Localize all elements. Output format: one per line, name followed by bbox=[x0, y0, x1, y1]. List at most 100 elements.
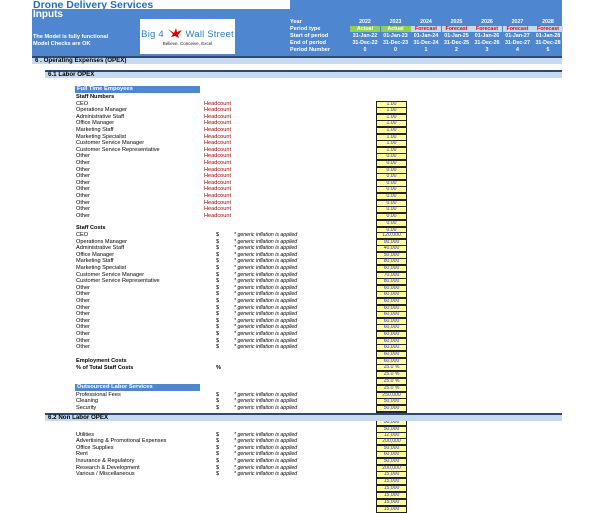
row-label: Administrative Staff bbox=[76, 245, 125, 252]
period-start: 01-Jan-25 bbox=[444, 33, 469, 39]
currency-label: $ bbox=[216, 431, 220, 438]
inflation-note: * generic inflation is applied bbox=[234, 457, 298, 464]
inflation-note: * generic inflation is applied bbox=[234, 251, 298, 258]
period-num: 0 bbox=[363, 47, 367, 53]
inflation-note: * generic inflation is applied bbox=[234, 451, 298, 458]
row-label: Other bbox=[76, 344, 90, 351]
currency-label: $ bbox=[216, 245, 220, 252]
row-label: Research & Development bbox=[76, 464, 140, 471]
currency-label: $ bbox=[216, 317, 220, 324]
currency-label: $ bbox=[216, 311, 220, 318]
row-label: Other bbox=[76, 311, 90, 318]
timeline-label: Period Number bbox=[290, 47, 331, 53]
unit-label: Headcount bbox=[204, 126, 232, 133]
period-type: Forecast bbox=[472, 26, 502, 32]
inflation-note: * generic inflation is applied bbox=[234, 284, 298, 291]
period-start: 01-Jan-26 bbox=[474, 33, 500, 39]
row-label: Administrative Staff bbox=[76, 113, 125, 120]
timeline-label: Year bbox=[290, 19, 302, 25]
row-label: Other bbox=[76, 317, 90, 324]
unit-label: Headcount bbox=[204, 166, 232, 173]
logo-text-left: Big 4 bbox=[141, 29, 164, 40]
period-end: 31-Dec-28 bbox=[535, 40, 561, 46]
row-label: Other bbox=[76, 324, 90, 331]
cost-input[interactable]: 15,000 bbox=[376, 471, 407, 479]
inflation-note: * generic inflation is applied bbox=[234, 464, 298, 471]
unit-label: Headcount bbox=[204, 140, 232, 147]
row-label: Office Manager bbox=[76, 251, 115, 258]
period-type: Forecast bbox=[502, 26, 533, 32]
headcount-input[interactable]: 0.00 bbox=[376, 212, 407, 220]
period-start: 01-Jan-27 bbox=[505, 33, 530, 39]
period-year: 2025 bbox=[450, 19, 463, 25]
inflation-note: * generic inflation is applied bbox=[234, 324, 298, 331]
period-year: 2027 bbox=[511, 19, 524, 25]
currency-label: $ bbox=[216, 331, 220, 337]
logo-tagline: Believe, Conceive, Excel bbox=[162, 41, 213, 46]
cost-input[interactable]: 15,000 bbox=[376, 478, 407, 486]
inflation-note: * generic inflation is applied bbox=[234, 471, 298, 478]
currency-label: $ bbox=[216, 464, 220, 471]
cost-input[interactable]: 15,000 bbox=[376, 499, 407, 507]
period-start: 01-Jan-24 bbox=[413, 33, 439, 39]
employment-pct-input[interactable]: 25.0 % bbox=[376, 371, 407, 378]
employment-pct-input[interactable]: 25.0 % bbox=[376, 378, 407, 385]
row-label: Other bbox=[76, 331, 90, 337]
cost-input[interactable]: 15,000 bbox=[376, 485, 407, 493]
row-label: Various / Miscellaneous bbox=[76, 471, 135, 478]
period-start: 01-Jan-23 bbox=[383, 33, 408, 39]
row-label: Customer Service Manager bbox=[76, 140, 145, 147]
row-label: Other bbox=[76, 291, 90, 298]
period-type: Forecast bbox=[533, 26, 563, 32]
inflation-note: * generic inflation is applied bbox=[234, 298, 298, 304]
row-label: Other bbox=[76, 212, 90, 219]
headcount-input[interactable]: 0.00 bbox=[376, 219, 407, 227]
row-label: Other bbox=[76, 304, 90, 311]
row-label: Insurance & Regulatory bbox=[76, 457, 135, 464]
timeline-label: End of period bbox=[290, 40, 327, 46]
cost-input[interactable]: 60,000 bbox=[376, 344, 407, 352]
inflation-note: * generic inflation is applied bbox=[234, 291, 298, 298]
unit-label: Headcount bbox=[204, 113, 232, 120]
cost-input[interactable]: 50,000 bbox=[376, 404, 407, 412]
inflation-note: * generic inflation is applied bbox=[234, 431, 298, 438]
currency-label: $ bbox=[216, 284, 220, 291]
period-type: Actual bbox=[380, 26, 411, 32]
currency-label: $ bbox=[216, 344, 220, 351]
inflation-note: * generic inflation is applied bbox=[234, 245, 298, 252]
unit-label: Headcount bbox=[204, 206, 232, 213]
inflation-note: * generic inflation is applied bbox=[234, 232, 298, 238]
row-label: Other bbox=[76, 206, 90, 213]
row-label: % of Total Staff Costs bbox=[76, 365, 134, 371]
row-label: Marketing Specialist bbox=[76, 265, 127, 271]
section-opex: 6 . Operating Expenses (OPEX) bbox=[32, 56, 562, 64]
inflation-note: * generic inflation is applied bbox=[234, 438, 298, 445]
employment-pct-input[interactable]: 25.0 % bbox=[376, 364, 407, 371]
currency-label: $ bbox=[216, 444, 220, 451]
currency-label: $ bbox=[216, 251, 220, 258]
cost-input[interactable]: 15,000 bbox=[376, 492, 407, 500]
row-label: Other bbox=[76, 159, 90, 166]
period-year: 2028 bbox=[542, 19, 554, 25]
row-label: Other bbox=[76, 284, 90, 291]
row-label: Customer Service Representative bbox=[76, 146, 160, 153]
row-label: Other bbox=[76, 166, 90, 173]
row-label: Rent bbox=[76, 451, 88, 458]
inflation-note: * generic inflation is applied bbox=[234, 258, 298, 265]
period-type: Forecast bbox=[441, 26, 472, 32]
row-label: Other bbox=[76, 298, 90, 304]
currency-label: $ bbox=[216, 298, 220, 304]
cost-input[interactable]: 15,000 bbox=[376, 506, 407, 513]
cost-input[interactable]: 60,000 bbox=[376, 351, 407, 359]
inflation-note: * generic inflation is applied bbox=[234, 331, 298, 337]
inflation-note: * generic inflation is applied bbox=[234, 317, 298, 324]
period-start: 31-Jan-22 bbox=[352, 33, 378, 39]
period-num: 1 bbox=[424, 47, 428, 53]
unit-label: Headcount bbox=[204, 153, 232, 160]
currency-label: $ bbox=[216, 265, 220, 271]
model-checks-status: Model Checks are OK bbox=[33, 41, 91, 47]
row-label: Other bbox=[76, 173, 90, 180]
inflation-note: * generic inflation is applied bbox=[234, 344, 298, 351]
inflation-note: * generic inflation is applied bbox=[234, 271, 298, 278]
section-labor-opex: 6.1 Labor OPEX bbox=[45, 70, 562, 78]
